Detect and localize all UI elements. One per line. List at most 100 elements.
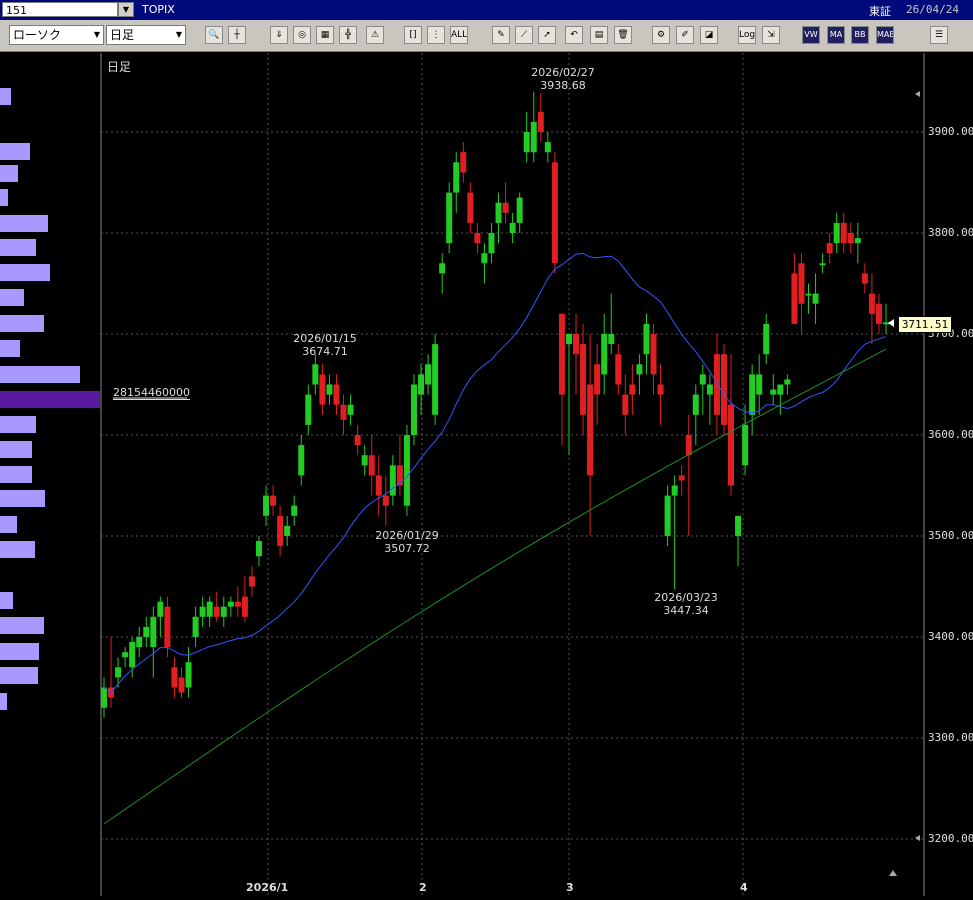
volume-bar: [0, 315, 44, 332]
candle-body: [488, 233, 495, 254]
annotation-date: 2026/01/15: [293, 332, 357, 345]
brush-icon[interactable]: ✐: [676, 26, 694, 44]
chevron-down-icon[interactable]: ▼: [118, 2, 134, 17]
candle-body: [270, 495, 277, 506]
note-icon[interactable]: ▤: [590, 26, 608, 44]
period-select[interactable]: 日足 ▼: [106, 25, 186, 45]
pencil-icon[interactable]: ✎: [492, 26, 510, 44]
inspect-icon[interactable]: ◎: [293, 26, 311, 44]
all-icon[interactable]: ALL: [450, 26, 468, 44]
annotation-value: 3447.34: [663, 604, 709, 617]
candle-body: [474, 233, 481, 244]
symbol-name: TOPIX: [142, 3, 175, 16]
candle-body: [706, 384, 713, 395]
candle-body: [375, 475, 382, 496]
mae-icon[interactable]: MAE: [876, 26, 894, 44]
candle-body: [868, 293, 875, 314]
volume-bar: [0, 516, 17, 533]
candle-body: [608, 334, 615, 345]
candle-body: [728, 404, 735, 486]
candle-body: [875, 303, 882, 324]
candle-body: [255, 541, 262, 557]
annotation-value: 3938.68: [540, 79, 586, 92]
candle-body: [826, 243, 833, 254]
candle-body: [277, 515, 284, 547]
annotation-value: 3507.72: [384, 542, 430, 555]
date-label: 26/04/24: [906, 3, 959, 16]
scroll-marker-icon: [889, 870, 897, 876]
symbol-code-input[interactable]: 151: [2, 2, 118, 17]
candle-body: [220, 606, 227, 617]
vwap-icon[interactable]: VW: [802, 26, 820, 44]
candle-icon[interactable]: ╬: [339, 26, 357, 44]
export-icon[interactable]: ⇲: [762, 26, 780, 44]
candle-body: [580, 344, 587, 415]
crosshair-icon[interactable]: ┼: [228, 26, 246, 44]
chart-type-value: ローソク: [13, 28, 62, 42]
x-axis-tick-label: 4: [740, 881, 748, 894]
grid-icon[interactable]: ▦: [316, 26, 334, 44]
candle-body: [227, 601, 234, 607]
period-label: 日足: [107, 60, 132, 74]
bracket-icon[interactable]: []: [404, 26, 422, 44]
candle-body: [622, 394, 629, 415]
bb-icon[interactable]: BB: [851, 26, 869, 44]
volume-bar: [0, 189, 8, 206]
x-axis-tick-label: 3: [566, 881, 574, 894]
chart-canvas[interactable]: [0, 53, 925, 896]
log-icon[interactable]: Log: [738, 26, 756, 44]
candle-body: [657, 384, 664, 395]
annotation-date: 2026/03/23: [654, 591, 718, 604]
settings-icon[interactable]: ⚙: [652, 26, 670, 44]
candle-body: [601, 334, 608, 375]
price-chart[interactable]: [0, 53, 925, 896]
volume-bar: [0, 143, 30, 160]
undo-icon[interactable]: ↶: [565, 26, 583, 44]
y-axis-tick-label: 3200.00: [928, 832, 973, 845]
candle-body: [425, 364, 432, 385]
price-axis: 3900.00 3800.00 3700.00 3600.00 3500.00 3400.…: [925, 53, 973, 896]
candle-body: [791, 273, 798, 324]
chart-type-select[interactable]: ローソク ▼: [9, 25, 104, 45]
candle-body: [587, 384, 594, 476]
candle-body: [347, 404, 354, 415]
ma-icon[interactable]: MA: [827, 26, 845, 44]
zoom-icon[interactable]: 🔍: [205, 26, 223, 44]
candle-body: [143, 626, 150, 637]
list-icon[interactable]: ☰: [930, 26, 948, 44]
warning-icon[interactable]: ⚠: [366, 26, 384, 44]
x-axis-tick-label: 2: [419, 881, 427, 894]
candle-body: [805, 293, 812, 296]
candle-body: [382, 495, 389, 506]
trash-icon[interactable]: 🗑: [614, 26, 632, 44]
candle-body: [530, 121, 537, 153]
download-icon[interactable]: ⇓: [270, 26, 288, 44]
candle-body: [439, 263, 446, 274]
volume-bar: [0, 239, 36, 256]
color-icon[interactable]: ◪: [700, 26, 718, 44]
y-axis-tick-label: 3600.00: [928, 428, 973, 441]
volume-bar: [0, 340, 20, 357]
candle-body: [164, 606, 171, 648]
candle-body: [432, 344, 439, 415]
candle-body: [481, 253, 488, 264]
candle-body: [467, 192, 474, 223]
compare-icon[interactable]: ⋮: [427, 26, 445, 44]
candle-body: [735, 515, 742, 536]
pointer-icon[interactable]: ➚: [538, 26, 556, 44]
volume-bar: [0, 441, 32, 458]
candle-body: [122, 652, 129, 658]
candle-body: [636, 364, 643, 375]
candle-body: [199, 606, 206, 617]
candle-body: [777, 384, 784, 395]
volume-bar: [0, 490, 45, 507]
volume-bar: [0, 643, 39, 660]
candle-body: [756, 374, 763, 395]
candle-body: [446, 192, 453, 244]
candle-body: [615, 354, 622, 385]
y-axis-tick-label: 3400.00: [928, 630, 973, 643]
candle-body: [361, 455, 368, 466]
line-tool-icon[interactable]: ⟋: [515, 26, 533, 44]
candle-body: [544, 142, 551, 153]
candle-body: [101, 687, 107, 708]
